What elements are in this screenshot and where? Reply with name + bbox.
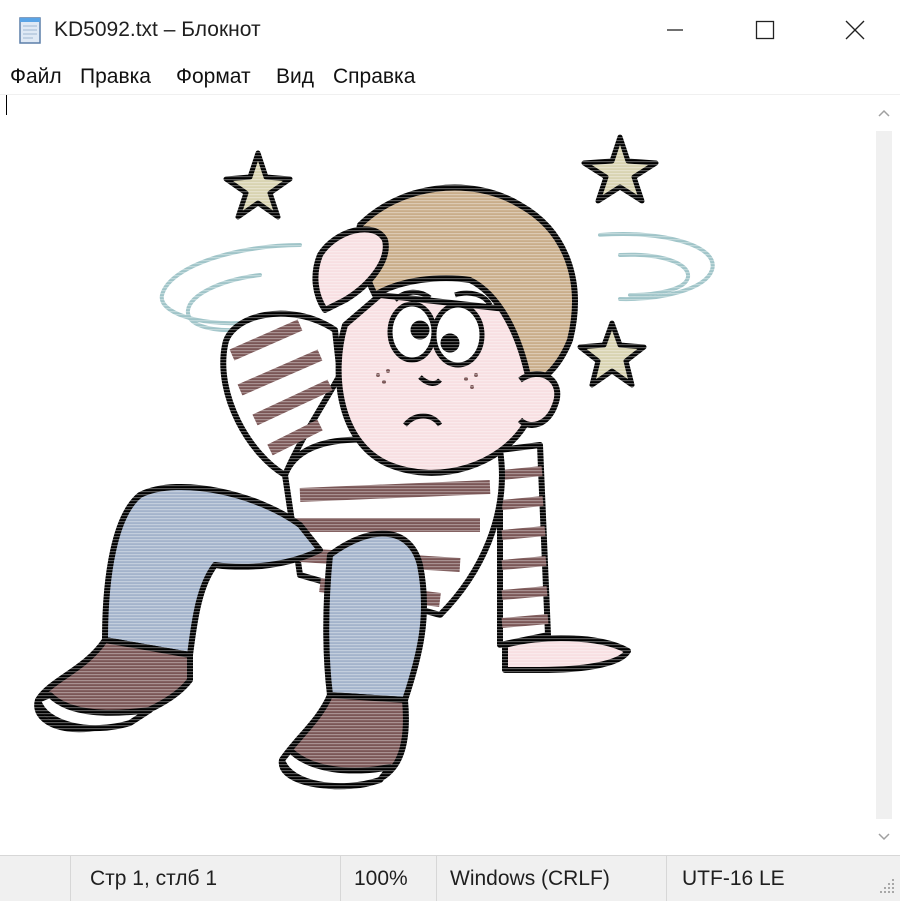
dizzy-boy-art: [0, 95, 868, 855]
line-endings: Windows (CRLF): [450, 867, 610, 890]
maximize-button[interactable]: [720, 0, 810, 60]
status-separator: [436, 856, 437, 901]
status-separator: [70, 856, 71, 901]
title-bar[interactable]: KD5092.txt – Блокнот: [0, 0, 900, 60]
scroll-down-button[interactable]: [868, 819, 900, 855]
minimize-icon: [667, 29, 683, 31]
cursor-position: Стр 1, стлб 1: [90, 867, 218, 890]
menu-view[interactable]: Вид: [274, 64, 316, 90]
scroll-track[interactable]: [876, 131, 892, 819]
menu-help[interactable]: Справка: [331, 64, 417, 90]
resize-grip-icon[interactable]: [878, 877, 896, 895]
close-button[interactable]: [810, 0, 900, 60]
text-editor-area[interactable]: [0, 95, 868, 855]
window-title: KD5092.txt – Блокнот: [54, 18, 261, 41]
status-bar: Стр 1, стлб 1 100% Windows (CRLF) UTF-16…: [0, 855, 900, 901]
menu-bar: Файл Правка Формат Вид Справка: [0, 60, 900, 95]
maximize-icon: [755, 20, 775, 40]
chevron-down-icon: [878, 833, 890, 841]
notepad-icon: [19, 17, 41, 44]
menu-format[interactable]: Формат: [174, 64, 253, 90]
status-separator: [340, 856, 341, 901]
encoding: UTF-16 LE: [682, 867, 785, 890]
scroll-up-button[interactable]: [868, 95, 900, 131]
text-caret: [6, 95, 7, 115]
menu-edit[interactable]: Правка: [78, 64, 153, 90]
close-icon: [845, 20, 865, 40]
chevron-up-icon: [878, 109, 890, 117]
zoom-level: 100%: [354, 867, 408, 890]
status-separator: [666, 856, 667, 901]
minimize-button[interactable]: [630, 0, 720, 60]
vertical-scrollbar[interactable]: [868, 95, 900, 855]
menu-file[interactable]: Файл: [8, 64, 64, 90]
